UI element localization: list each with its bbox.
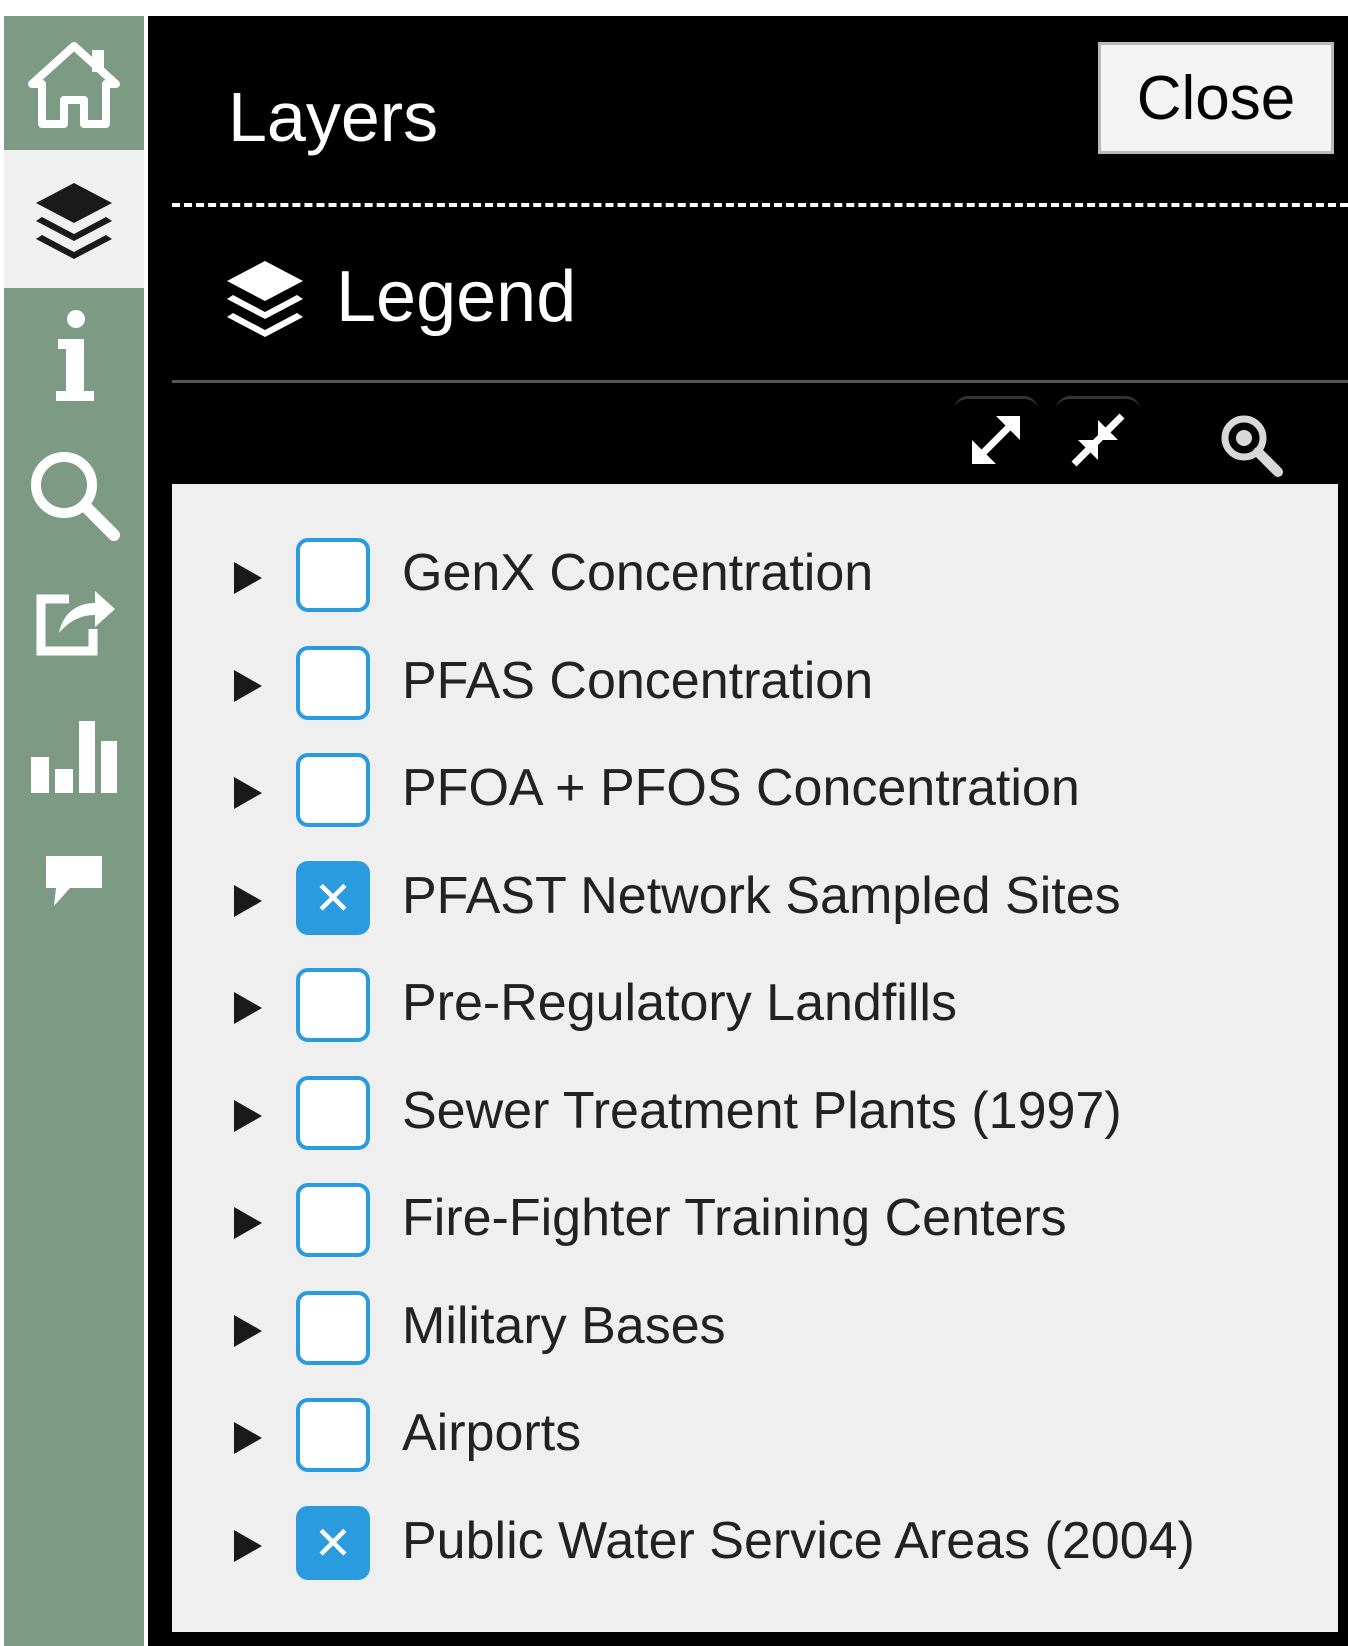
expand-caret-icon[interactable] (234, 885, 262, 917)
layer-row: Airports (172, 1384, 1338, 1484)
layer-checkbox[interactable] (296, 1076, 370, 1150)
zoom-to-icon (1216, 415, 1286, 484)
layer-checkbox[interactable] (296, 646, 370, 720)
sidebar-item-share[interactable] (4, 550, 144, 688)
layer-checkbox[interactable] (296, 1183, 370, 1257)
sidebar-item-comment[interactable] (4, 812, 144, 950)
layer-row: Military Bases (172, 1277, 1338, 1377)
expand-caret-icon[interactable] (234, 670, 262, 702)
layer-checkbox[interactable]: ✕ (296, 1506, 370, 1580)
layer-label[interactable]: GenX Concentration (402, 540, 873, 606)
layer-row: ✕ Public Water Service Areas (2004) (172, 1492, 1338, 1592)
zoom-to-button[interactable] (1216, 410, 1286, 480)
layers-panel: Layers Close Legend GenX Concentration P… (148, 16, 1348, 1646)
sidebar-item-info[interactable] (4, 288, 144, 426)
layer-row: PFOA + PFOS Concentration (172, 739, 1338, 839)
sidebar-item-search[interactable] (4, 426, 144, 564)
layer-checkbox[interactable] (296, 1398, 370, 1472)
expand-caret-icon[interactable] (234, 1315, 262, 1347)
sidebar-item-home[interactable] (4, 16, 144, 154)
expand-caret-icon[interactable] (234, 992, 262, 1024)
layer-label[interactable]: PFOA + PFOS Concentration (402, 755, 1080, 821)
dashed-divider (172, 203, 1348, 207)
layer-checkbox[interactable] (296, 753, 370, 827)
layers-icon (32, 177, 116, 261)
layer-checkbox[interactable]: ✕ (296, 861, 370, 935)
comment-icon (44, 854, 104, 908)
top-strip (0, 0, 1348, 16)
layers-icon (220, 252, 310, 342)
layer-row: PFAS Concentration (172, 632, 1338, 732)
legend-header[interactable]: Legend (220, 252, 576, 342)
layer-label[interactable]: Pre-Regulatory Landfills (402, 970, 957, 1036)
layer-label[interactable]: Public Water Service Areas (2004) (402, 1508, 1195, 1574)
layer-checkbox[interactable] (296, 538, 370, 612)
home-icon (26, 40, 122, 130)
layer-label[interactable]: Airports (402, 1400, 581, 1466)
search-icon (26, 447, 122, 543)
layer-label[interactable]: Military Bases (402, 1293, 726, 1359)
layer-row: GenX Concentration (172, 524, 1338, 624)
layer-list: GenX Concentration PFAS Concentration PFOA… (172, 484, 1338, 1632)
layer-checkbox[interactable] (296, 1291, 370, 1365)
bar-chart-icon (29, 717, 119, 793)
sidebar-item-layers[interactable] (4, 150, 144, 288)
sidebar-item-chart[interactable] (4, 686, 144, 824)
layer-label[interactable]: Fire-Fighter Training Centers (402, 1185, 1067, 1251)
expand-all-icon (966, 410, 1026, 475)
expand-caret-icon[interactable] (234, 1530, 262, 1562)
share-icon (29, 579, 119, 659)
collapse-all-button[interactable] (1056, 396, 1140, 485)
info-icon (44, 309, 104, 405)
layer-row: Fire-Fighter Training Centers (172, 1169, 1338, 1269)
expand-caret-icon[interactable] (234, 562, 262, 594)
layer-checkbox[interactable] (296, 968, 370, 1042)
checkmark-icon: ✕ (313, 871, 353, 925)
layer-label[interactable]: PFAST Network Sampled Sites (402, 863, 1121, 929)
layer-row: ✕ PFAST Network Sampled Sites (172, 847, 1338, 947)
legend-title: Legend (336, 257, 577, 337)
layer-row: Sewer Treatment Plants (1997) (172, 1062, 1338, 1162)
layer-label[interactable]: PFAS Concentration (402, 648, 873, 714)
legend-divider (172, 380, 1348, 383)
layer-label[interactable]: Sewer Treatment Plants (1997) (402, 1078, 1122, 1144)
layer-row: Pre-Regulatory Landfills (172, 954, 1338, 1054)
collapse-all-icon (1068, 410, 1128, 475)
expand-caret-icon[interactable] (234, 1100, 262, 1132)
sidebar (4, 16, 144, 1646)
checkmark-icon: ✕ (313, 1516, 353, 1570)
expand-caret-icon[interactable] (234, 1422, 262, 1454)
expand-caret-icon[interactable] (234, 777, 262, 809)
expand-caret-icon[interactable] (234, 1207, 262, 1239)
panel-title: Layers (228, 78, 439, 156)
expand-all-button[interactable] (954, 396, 1038, 485)
close-button[interactable]: Close (1098, 42, 1334, 154)
